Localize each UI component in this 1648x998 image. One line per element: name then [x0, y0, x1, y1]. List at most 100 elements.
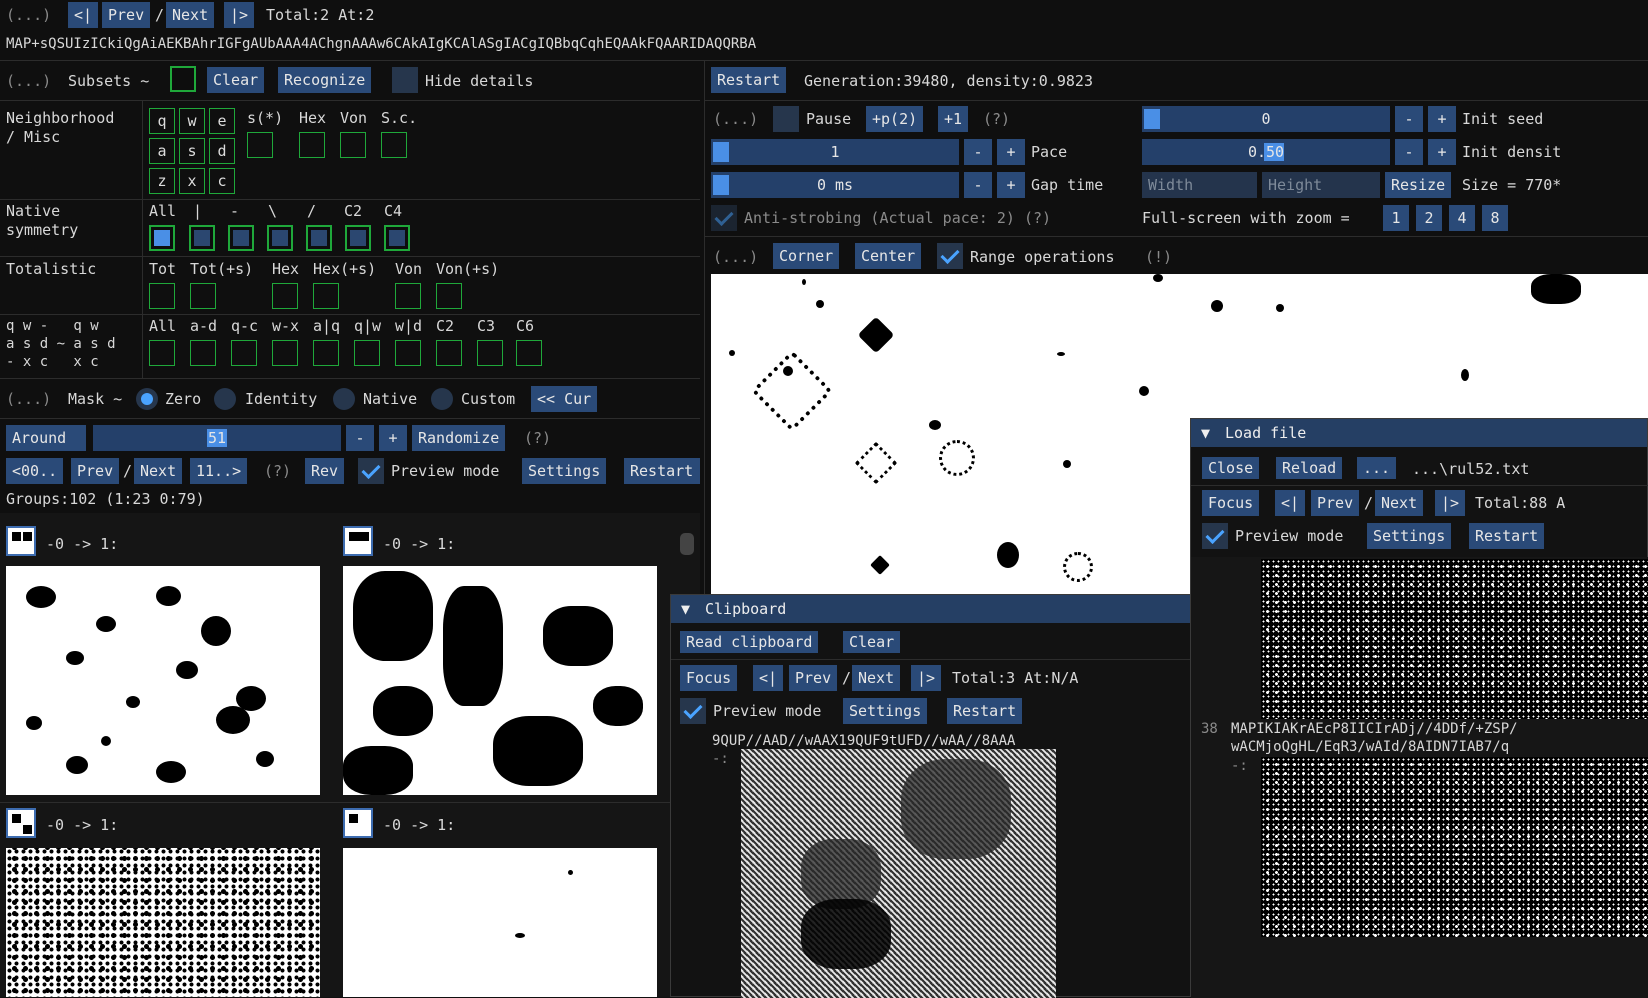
top-next-button[interactable]: Next [166, 2, 215, 28]
file-last-button[interactable]: |> [1435, 490, 1466, 516]
around-button[interactable]: Around [6, 425, 86, 451]
gap-plus-button[interactable]: + [997, 172, 1025, 198]
group-thumb-4[interactable] [343, 808, 373, 838]
plus1-button[interactable]: +1 [938, 106, 969, 132]
preview-mode-checkbox[interactable] [358, 458, 384, 484]
group-preview-3[interactable] [6, 848, 320, 997]
corner-button[interactable]: Corner [773, 243, 840, 269]
gap-slider[interactable]: 0 ms [711, 172, 959, 198]
file-rule-line-2[interactable]: wACMjoQgHL/EqR3/wAId/8AIDN7IAB7/q [1231, 737, 1509, 757]
mask-cur-button[interactable]: << Cur [531, 386, 598, 412]
pace-slider[interactable]: 1 [711, 139, 959, 165]
around-help[interactable]: (?) [524, 428, 551, 448]
qwe-c2-box[interactable] [436, 340, 462, 366]
zoom-4-button[interactable]: 4 [1449, 205, 1475, 231]
file-preview-checkbox[interactable] [1202, 523, 1228, 549]
subsets-clear-button[interactable]: Clear [207, 67, 265, 93]
pace-minus-button[interactable]: - [964, 139, 992, 165]
clipboard-settings-button[interactable]: Settings [843, 698, 928, 724]
width-input[interactable]: Width [1142, 172, 1257, 198]
sym-backslash-box[interactable] [267, 225, 293, 251]
pplus-button[interactable]: +p(2) [866, 106, 924, 132]
qwe-all-box[interactable] [149, 340, 175, 366]
pace-plus-button[interactable]: + [997, 139, 1025, 165]
hex-s-box[interactable] [313, 283, 339, 309]
zoom-8-button[interactable]: 8 [1482, 205, 1508, 231]
clipboard-next-button[interactable]: Next [852, 665, 901, 691]
qwe-q-c-box[interactable] [231, 340, 257, 366]
clipboard-panel[interactable]: ▼ Clipboard Read clipboard Clear Focus <… [670, 594, 1197, 998]
neighborhood-key-d[interactable]: d [209, 138, 235, 164]
group-thumb-3[interactable] [6, 808, 36, 838]
restart-button[interactable]: Restart [624, 458, 700, 484]
top-collapse[interactable]: (...) [6, 5, 51, 25]
zoom-2-button[interactable]: 2 [1416, 205, 1442, 231]
qwe-c6-box[interactable] [516, 340, 542, 366]
file-prev-button[interactable]: Prev [1311, 490, 1360, 516]
subsets-collapse[interactable]: (...) [6, 71, 51, 91]
qwe-w-d-box[interactable] [395, 340, 421, 366]
nav-help[interactable]: (?) [264, 461, 291, 481]
subset-sc[interactable] [381, 132, 407, 158]
close-button[interactable]: Close [1202, 457, 1260, 479]
neighborhood-key-x[interactable]: x [179, 168, 205, 194]
tot-box[interactable] [149, 283, 175, 309]
clipboard-rule-line[interactable]: 9QUP//AAD//wAAX19QUF9tUFD//wAA//8AAA [712, 731, 1015, 751]
subset-s-star[interactable] [247, 132, 273, 158]
rev-button[interactable]: Rev [305, 458, 345, 484]
von-s-box[interactable] [436, 283, 462, 309]
zoom-1-button[interactable]: 1 [1383, 205, 1409, 231]
neighborhood-key-a[interactable]: a [149, 138, 175, 164]
sym-c4-box[interactable] [384, 225, 410, 251]
neighborhood-key-q[interactable]: q [149, 108, 175, 134]
mask-custom-radio[interactable] [431, 388, 453, 410]
clipboard-preview-checkbox[interactable] [680, 698, 706, 724]
settings-button[interactable]: Settings [522, 458, 607, 484]
load-file-panel[interactable]: ▼ Load file Close Reload ... ...\rul52.t… [1190, 418, 1648, 998]
density-minus-button[interactable]: - [1395, 139, 1423, 165]
seed-slider[interactable]: 0 [1142, 106, 1390, 132]
collapse-triangle-icon[interactable]: ▼ [1201, 419, 1210, 447]
mask-collapse[interactable]: (...) [6, 389, 51, 409]
qwe-a-d-box[interactable] [190, 340, 216, 366]
tot-s-box[interactable] [190, 283, 216, 309]
subsets-current-box[interactable] [170, 66, 196, 92]
around-plus-button[interactable]: + [379, 425, 407, 451]
resize-button[interactable]: Resize [1385, 172, 1452, 198]
sim-help[interactable]: (?) [983, 109, 1010, 129]
group-list-scrollbar[interactable] [680, 533, 694, 555]
sim-collapse[interactable]: (...) [713, 109, 758, 129]
file-focus-button[interactable]: Focus [1202, 490, 1260, 516]
nav-last-button[interactable]: 11..> [190, 458, 248, 484]
pause-checkbox[interactable] [773, 106, 799, 132]
clipboard-preview-image[interactable] [741, 749, 1056, 998]
file-first-button[interactable]: <| [1275, 490, 1306, 516]
group-thumb-1[interactable] [6, 526, 36, 556]
nav-prev-button[interactable]: Prev [71, 458, 120, 484]
mask-native-radio[interactable] [333, 388, 355, 410]
canvas-collapse[interactable]: (...) [713, 247, 758, 267]
file-settings-button[interactable]: Settings [1367, 523, 1452, 549]
read-clipboard-button[interactable]: Read clipboard [680, 631, 819, 653]
gap-minus-button[interactable]: - [964, 172, 992, 198]
randomize-button[interactable]: Randomize [412, 425, 506, 451]
clipboard-titlebar[interactable]: ▼ Clipboard [671, 595, 1195, 623]
height-input[interactable]: Height [1262, 172, 1380, 198]
von-box[interactable] [395, 283, 421, 309]
rule-string[interactable]: MAP+sQSUIzICkiQgAiAEKBAhrIGFgAUbAAA4AChg… [6, 34, 756, 54]
load-file-titlebar[interactable]: ▼ Load file [1191, 419, 1647, 447]
clipboard-prev-button[interactable]: Prev [789, 665, 838, 691]
clipboard-clear-button[interactable]: Clear [843, 631, 901, 653]
file-rule-line-1[interactable]: MAPIKIAKrAEcP8IICIrADj//4DDf/+ZSP/ [1231, 719, 1518, 739]
neighborhood-key-z[interactable]: z [149, 168, 175, 194]
density-plus-button[interactable]: + [1428, 139, 1456, 165]
around-minus-button[interactable]: - [346, 425, 374, 451]
neighborhood-key-e[interactable]: e [209, 108, 235, 134]
clipboard-focus-button[interactable]: Focus [680, 665, 738, 691]
qwe-w-x-box[interactable] [272, 340, 298, 366]
file-restart-button[interactable]: Restart [1469, 523, 1545, 549]
qwe-a-q-box[interactable] [313, 340, 339, 366]
sym-all-box[interactable] [149, 225, 175, 251]
sym-c2-box[interactable] [345, 225, 371, 251]
mask-zero-radio[interactable] [136, 388, 158, 410]
